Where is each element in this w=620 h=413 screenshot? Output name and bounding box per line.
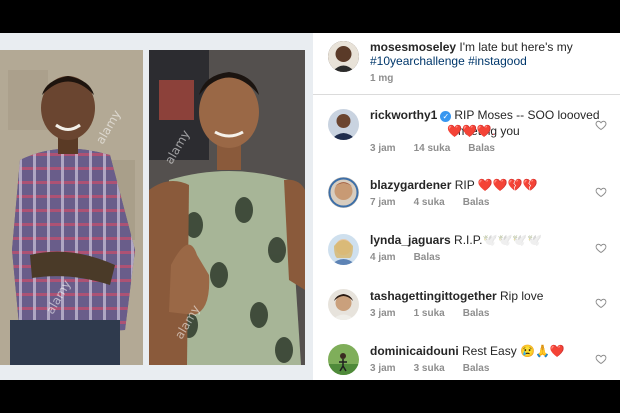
post-image[interactable]: alamy alamy alamy alamy xyxy=(0,33,313,380)
comment-timestamp: 3 jam xyxy=(370,143,396,154)
reply-button[interactable]: Balas xyxy=(463,308,490,319)
reply-button[interactable]: Balas xyxy=(468,143,495,154)
caption-row: mosesmoseley I'm late but here's my #10y… xyxy=(313,33,620,95)
avatar-icon xyxy=(328,289,359,320)
avatar-icon xyxy=(328,344,359,375)
comment-timestamp: 4 jam xyxy=(370,252,396,263)
comment-username[interactable]: tashagettingittogether xyxy=(370,289,497,303)
comment-timestamp: 3 jam xyxy=(370,363,396,374)
caption-text: I'm late but here's my xyxy=(459,40,573,54)
verified-badge-icon: ✓ xyxy=(440,111,452,122)
like-heart-icon[interactable] xyxy=(595,242,607,254)
comment-username[interactable]: dominicaidouni xyxy=(370,344,459,358)
avatar-icon xyxy=(328,109,359,140)
top-letterbox xyxy=(0,0,620,33)
photo-now: alamy alamy xyxy=(149,50,305,365)
comment-emoji: 😢🙏❤️ xyxy=(520,344,565,358)
bottom-letterbox xyxy=(0,380,620,413)
avatar[interactable] xyxy=(328,234,359,265)
like-heart-icon[interactable] xyxy=(595,186,607,198)
comment-text: Rip love xyxy=(500,289,544,303)
comment-likes[interactable]: 4 suka xyxy=(414,197,445,208)
comment-timestamp: 3 jam xyxy=(370,308,396,319)
comment-username[interactable]: rickworthy1 xyxy=(370,108,437,122)
avatar-icon xyxy=(328,41,359,72)
comment-text: R.I.P. xyxy=(454,233,483,247)
like-heart-icon[interactable] xyxy=(595,297,607,309)
photo-then: alamy alamy xyxy=(0,50,143,365)
comment-timestamp: 7 jam xyxy=(370,197,396,208)
avatar-icon xyxy=(328,177,359,208)
comment-likes[interactable]: 1 suka xyxy=(414,308,445,319)
comment-likes[interactable]: 14 suka xyxy=(414,143,451,154)
avatar[interactable] xyxy=(328,41,359,72)
comment-text: RIP xyxy=(454,178,475,192)
avatar[interactable] xyxy=(328,344,359,375)
comment-username[interactable]: blazygardener xyxy=(370,178,451,192)
reply-button[interactable]: Balas xyxy=(463,197,490,208)
reply-button[interactable]: Balas xyxy=(414,252,441,263)
comment-text: Rest Easy xyxy=(462,344,517,358)
avatar[interactable] xyxy=(328,109,359,140)
caption-username[interactable]: mosesmoseley xyxy=(370,40,456,54)
avatar-icon xyxy=(328,234,359,265)
person-then-illustration xyxy=(0,50,143,365)
comment-emoji: ❤️❤️💔💔 xyxy=(477,178,538,192)
comment-emoji: 🕊️🕊️🕊️🕊️ xyxy=(482,233,543,247)
reply-button[interactable]: Balas xyxy=(463,363,490,374)
comment-username[interactable]: lynda_jaguars xyxy=(370,233,451,247)
person-now-illustration xyxy=(149,50,305,365)
like-heart-icon[interactable] xyxy=(595,119,607,131)
comment-emoji: ❤️❤️❤️. xyxy=(447,124,496,138)
comments-panel: mosesmoseley I'm late but here's my #10y… xyxy=(313,33,620,380)
caption-timestamp: 1 mg xyxy=(370,73,394,84)
caption-hashtags[interactable]: #10yearchallenge #instagood xyxy=(370,53,527,69)
comment-likes[interactable]: 3 suka xyxy=(414,363,445,374)
like-heart-icon[interactable] xyxy=(595,353,607,365)
avatar[interactable] xyxy=(328,177,359,208)
avatar[interactable] xyxy=(328,289,359,320)
